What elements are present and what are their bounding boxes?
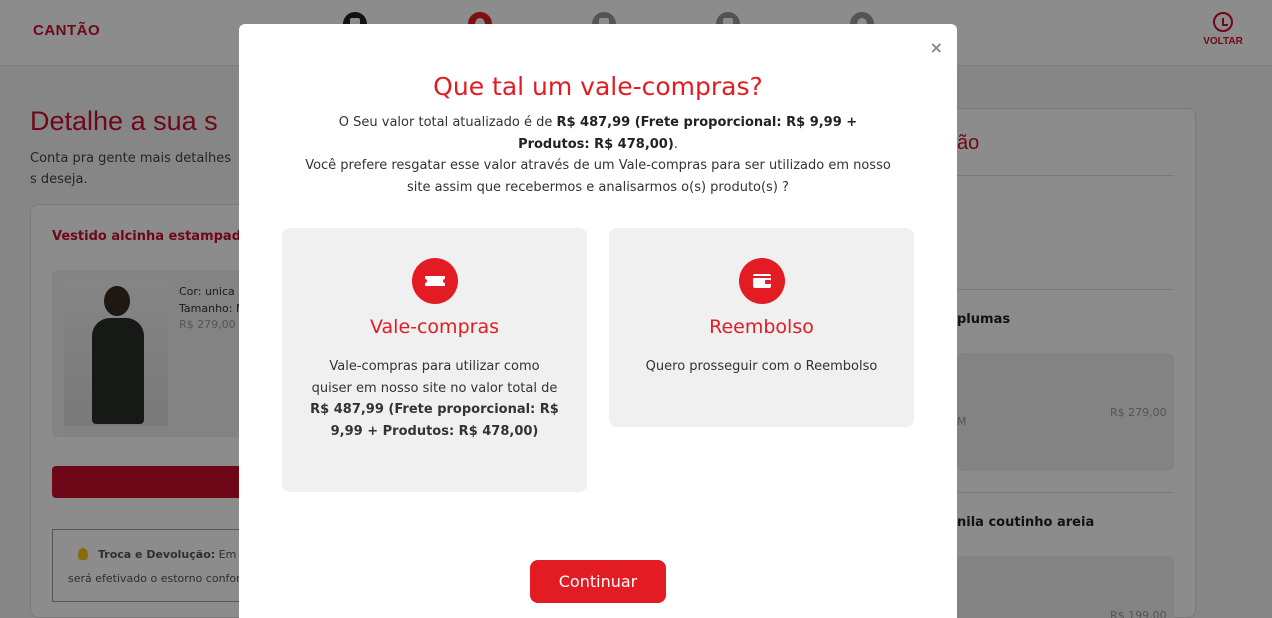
option-vale-compras[interactable]: Vale-compras Vale-compras para utilizar … (282, 228, 587, 492)
option-title: Vale-compras (370, 316, 499, 338)
close-button[interactable]: × (930, 38, 943, 57)
option-reembolso[interactable]: Reembolso Quero prosseguir com o Reembol… (609, 228, 914, 427)
option-description: Quero prosseguir com o Reembolso (645, 359, 878, 374)
option-title: Reembolso (709, 316, 814, 338)
voucher-modal: × Que tal um vale-compras? O Seu valor t… (239, 24, 957, 618)
continue-button[interactable]: Continuar (530, 560, 666, 603)
ticket-icon (411, 258, 458, 304)
modal-title: Que tal um vale-compras? (433, 72, 763, 101)
wallet-icon (738, 258, 785, 304)
option-description: Vale-compras para utilizar como quiser e… (310, 359, 559, 439)
modal-description: O Seu valor total atualizado é de R$ 487… (305, 115, 891, 195)
